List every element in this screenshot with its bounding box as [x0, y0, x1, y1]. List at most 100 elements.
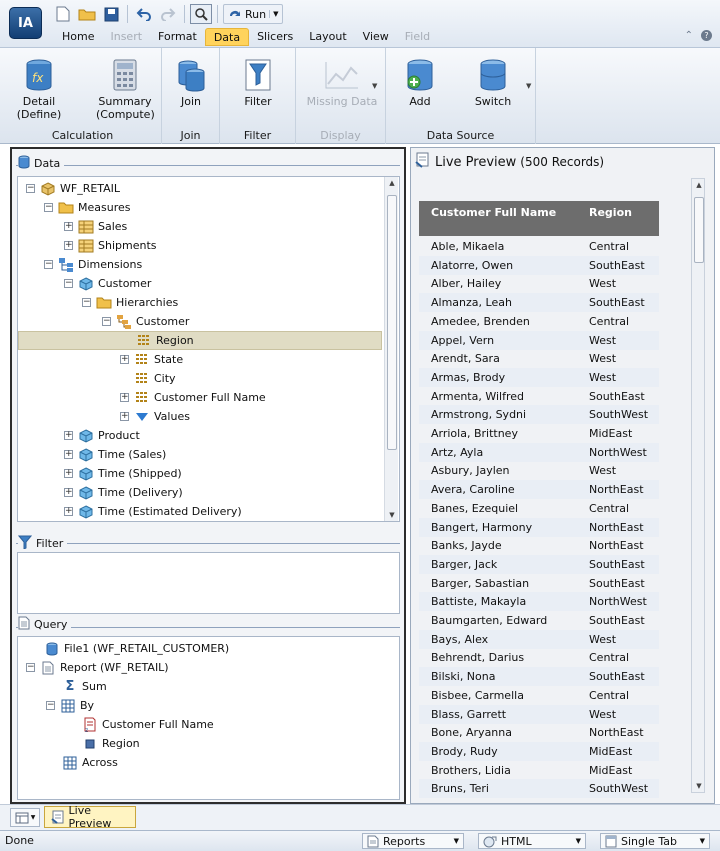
reports-dropdown[interactable]: Reports ▼ [362, 833, 464, 849]
add-data-source-button[interactable]: Add [398, 58, 442, 108]
table-row[interactable]: Bruns, Teri SouthWest [419, 779, 659, 799]
missing-data-button[interactable]: Missing Data [304, 58, 380, 108]
query-tree[interactable]: File1 (WF_RETAIL_CUSTOMER) − Report (WF_… [17, 636, 400, 800]
tree-node-customer-hierarchy[interactable]: − Customer [18, 312, 189, 331]
table-row[interactable]: Behrendt, Darius Central [419, 648, 659, 667]
data-tree[interactable]: − WF_RETAIL − Measures + Sales + Shipmen… [17, 176, 400, 522]
summary-compute-button[interactable]: Summary (Compute) [96, 58, 155, 121]
filter-drop-area[interactable] [17, 552, 400, 614]
expand-icon[interactable]: + [64, 222, 73, 231]
tree-node-time-estimated-delivery[interactable]: + Time (Estimated Delivery) [18, 502, 242, 521]
table-row[interactable]: Alatorre, Owen SouthEast [419, 255, 659, 275]
table-row[interactable]: Asbury, Jaylen West [419, 461, 659, 480]
column-header-customer-full-name[interactable]: Customer Full Name [431, 206, 556, 219]
table-row[interactable]: Bangert, Harmony NorthEast [419, 517, 659, 537]
scroll-up-icon[interactable]: ▲ [692, 181, 706, 189]
query-node-by[interactable]: − By [18, 696, 94, 715]
filter-button[interactable]: Filter [236, 58, 280, 108]
table-row[interactable]: Almanza, Leah SouthEast [419, 293, 659, 313]
table-row[interactable]: Bone, Aryanna NorthEast [419, 723, 659, 742]
table-row[interactable]: Barger, Jack SouthEast [419, 554, 659, 574]
column-header-region[interactable]: Region [589, 206, 632, 219]
detail-define-button[interactable]: fx Detail (Define) [14, 58, 64, 121]
tab-mode-dropdown[interactable]: Single Tab ▼ [600, 833, 710, 849]
expand-icon[interactable]: + [120, 355, 129, 364]
tab-view[interactable]: View [355, 28, 397, 46]
collapse-icon[interactable]: − [64, 279, 73, 288]
scroll-down-icon[interactable]: ▼ [692, 782, 706, 790]
table-row[interactable]: Appel, Vern West [419, 330, 659, 350]
expand-icon[interactable]: + [120, 412, 129, 421]
table-row[interactable]: Bilski, Nona SouthEast [419, 667, 659, 687]
tree-node-dimensions[interactable]: − Dimensions [18, 255, 142, 274]
table-row[interactable]: Amedee, Brenden Central [419, 312, 659, 331]
table-row[interactable]: Blass, Garrett West [419, 704, 659, 724]
preview-magnifier-icon[interactable] [190, 4, 212, 24]
tree-node-values[interactable]: + Values [18, 407, 190, 426]
missing-data-dropdown-icon[interactable]: ▼ [372, 82, 377, 90]
switch-data-source-button[interactable]: Switch [470, 58, 516, 108]
tree-node-time-sales[interactable]: + Time (Sales) [18, 445, 166, 464]
table-row[interactable]: Battiste, Makayla NorthWest [419, 592, 659, 612]
table-row[interactable]: Avera, Caroline NorthEast [419, 480, 659, 500]
minimize-ribbon-icon[interactable]: ⌃ [685, 30, 693, 41]
table-row[interactable]: Bisbee, Carmella Central [419, 686, 659, 705]
join-button[interactable]: Join [170, 58, 212, 108]
open-folder-icon[interactable] [76, 4, 98, 24]
tab-home[interactable]: Home [54, 28, 102, 46]
collapse-icon[interactable]: − [44, 260, 53, 269]
app-logo[interactable]: IA [9, 7, 42, 39]
tree-node-customer-full-name[interactable]: + Customer Full Name [18, 388, 266, 407]
query-node-report[interactable]: − Report (WF_RETAIL) [18, 658, 169, 677]
tree-node-measures[interactable]: − Measures [18, 198, 130, 217]
table-row[interactable]: Artz, Ayla NorthWest [419, 442, 659, 462]
table-row[interactable]: Bays, Alex West [419, 629, 659, 649]
collapse-icon[interactable]: − [82, 298, 91, 307]
help-icon[interactable]: ? [701, 30, 712, 41]
run-button[interactable]: Run ▼ [223, 4, 284, 24]
table-row[interactable]: Arriola, Brittney MidEast [419, 424, 659, 443]
tab-field[interactable]: Field [397, 28, 438, 46]
tab-live-preview[interactable]: Live Preview [44, 804, 136, 830]
table-row[interactable]: Banes, Ezequiel Central [419, 499, 659, 518]
collapse-icon[interactable]: − [44, 203, 53, 212]
tree-node-shipments[interactable]: + Shipments [18, 236, 157, 255]
tab-format[interactable]: Format [150, 28, 205, 46]
query-node-region[interactable]: Region [18, 734, 140, 753]
tree-node-customer[interactable]: − Customer [18, 274, 151, 293]
query-node-across[interactable]: Across [18, 753, 118, 772]
tree-node-city[interactable]: City [18, 369, 176, 388]
data-tree-scrollbar[interactable]: ▲ ▼ [384, 177, 398, 521]
table-row[interactable]: Baumgarten, Edward SouthEast [419, 611, 659, 630]
tree-node-region[interactable]: Region [18, 331, 382, 350]
preview-scrollbar[interactable]: ▲ ▼ [691, 178, 705, 793]
tab-data[interactable]: Data [204, 28, 250, 46]
scroll-up-icon[interactable]: ▲ [385, 179, 399, 187]
table-row[interactable]: Armenta, Wilfred SouthEast [419, 387, 659, 406]
expand-icon[interactable]: + [64, 450, 73, 459]
query-node-customer-full-name[interactable]: z Customer Full Name [18, 715, 214, 734]
table-row[interactable]: Armstrong, Sydni SouthWest [419, 405, 659, 425]
expand-icon[interactable]: + [64, 241, 73, 250]
tree-node-time-shipped[interactable]: + Time (Shipped) [18, 464, 182, 483]
scroll-thumb[interactable] [694, 197, 704, 263]
table-row[interactable]: Banks, Jayde NorthEast [419, 536, 659, 555]
expand-icon[interactable]: + [64, 431, 73, 440]
tree-node-hierarchies[interactable]: − Hierarchies [18, 293, 178, 312]
new-document-icon[interactable] [52, 4, 74, 24]
table-row[interactable]: Able, Mikaela Central [419, 237, 659, 256]
scroll-thumb[interactable] [387, 195, 397, 450]
scroll-down-icon[interactable]: ▼ [385, 511, 399, 519]
collapse-icon[interactable]: − [46, 701, 55, 710]
table-row[interactable]: Brothers, Lidia MidEast [419, 761, 659, 780]
save-icon[interactable] [100, 4, 122, 24]
tree-node-state[interactable]: + State [18, 350, 183, 369]
query-node-sum[interactable]: Σ Sum [18, 677, 107, 696]
run-dropdown-icon[interactable]: ▼ [269, 10, 278, 18]
table-row[interactable]: Alber, Hailey West [419, 274, 659, 293]
undo-icon[interactable] [133, 4, 155, 24]
table-row[interactable]: Arendt, Sara West [419, 349, 659, 368]
expand-icon[interactable]: + [120, 393, 129, 402]
expand-icon[interactable]: + [64, 469, 73, 478]
table-row[interactable]: Brody, Rudy MidEast [419, 741, 659, 761]
